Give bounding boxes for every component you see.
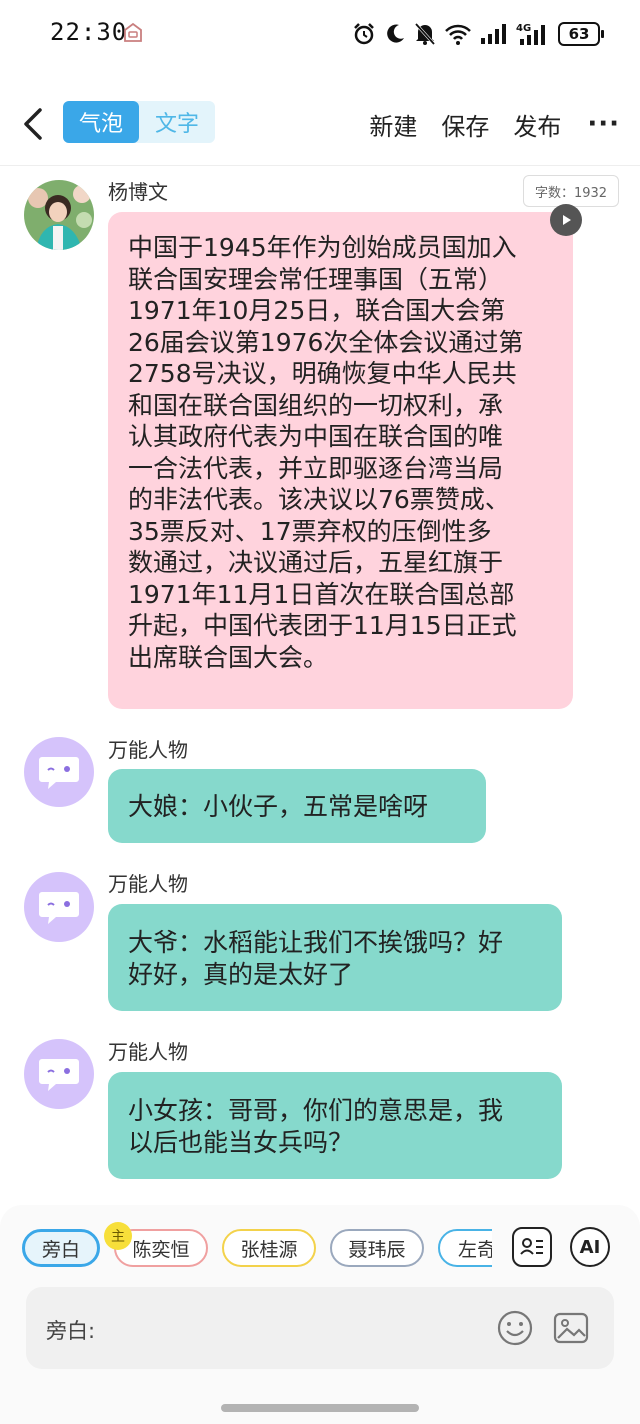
play-button[interactable]: [550, 204, 582, 236]
message-line: 认其政府代表为中国在联合国的唯: [128, 422, 504, 451]
message-line: 出席联合国大会。: [128, 642, 329, 672]
chip-character[interactable]: 张桂源: [222, 1229, 316, 1267]
message-line: 一合法代表，并立即驱逐台湾当局: [128, 453, 504, 483]
message-bubble[interactable]: 小女孩：哥哥，你们的意思是，我 以后也能当女兵吗？: [108, 1072, 562, 1179]
chip-character[interactable]: 聂玮辰: [330, 1229, 424, 1267]
publish-button[interactable]: 发布: [513, 107, 561, 142]
wifi-icon: [445, 24, 471, 45]
message-line: 好好，真的是太好了: [128, 959, 354, 989]
message-bubble[interactable]: 中国于1945年作为创始成员国加入 联合国安理会常任理事国（五常） 1971年1…: [108, 212, 573, 709]
message-line: 数通过，决议通过后，五星红旗于: [128, 548, 504, 577]
bell-off-icon: [414, 22, 436, 46]
new-button[interactable]: 新建: [369, 107, 417, 142]
ai-button[interactable]: AI: [570, 1227, 610, 1267]
tab-text[interactable]: 文字: [139, 101, 215, 143]
message-bubble[interactable]: 大爷：水稻能让我们不挨饿吗？好 好好，真的是太好了: [108, 904, 562, 1011]
divider: [0, 165, 640, 166]
status-icons: 4G 63: [352, 20, 604, 48]
sender-name: 万能人物: [108, 738, 188, 762]
app-notification-icon: [124, 22, 142, 42]
message-line: 1971年11月1日首次在联合国总部: [128, 579, 515, 609]
avatar[interactable]: [24, 872, 94, 942]
message-line: 的非法代表。该决议以76票赞成、: [128, 485, 510, 514]
image-icon[interactable]: [552, 1309, 590, 1347]
message-line: 中国于1945年作为创始成员国加入: [128, 233, 517, 262]
more-icon[interactable]: ···: [587, 109, 620, 139]
user-photo-icon: [24, 180, 94, 250]
message-line: 26届会议第1976次全体会议通过第: [128, 327, 524, 357]
message-line: 大爷：水稻能让我们不挨饿吗？好: [128, 928, 504, 957]
smile-icon[interactable]: [496, 1309, 534, 1347]
chat-robot-icon: [39, 757, 79, 789]
battery-indicator: 63: [558, 22, 604, 46]
tab-bubble[interactable]: 气泡: [63, 101, 139, 143]
play-icon: [563, 215, 571, 225]
message-line: 2758号决议，明确恢复中华人民共: [128, 359, 517, 388]
chat-robot-icon: [39, 1059, 79, 1091]
save-button[interactable]: 保存: [441, 107, 489, 142]
avatar[interactable]: [24, 1039, 94, 1109]
network-type-label: 4G: [516, 23, 531, 34]
signal-icon: [481, 24, 506, 44]
mode-toggle: 气泡 文字: [63, 101, 215, 143]
contact-card-icon: [520, 1238, 543, 1255]
message-line: 1971年10月25日，联合国大会第: [128, 296, 506, 325]
avatar[interactable]: [24, 737, 94, 807]
sender-name: 杨博文: [108, 180, 168, 204]
alarm-icon: [354, 23, 374, 45]
home-indicator[interactable]: [221, 1404, 419, 1412]
input-box: 旁白:: [26, 1287, 614, 1369]
message-line: 大娘：小伙子，五常是啥呀: [128, 792, 429, 821]
avatar[interactable]: [24, 180, 94, 250]
back-button[interactable]: [18, 104, 48, 144]
message-line: 小女孩：哥哥，你们的意思是，我: [128, 1096, 504, 1125]
main-character-badge: 主: [104, 1222, 132, 1250]
word-count-badge: 字数：1932: [523, 175, 619, 207]
character-manage-button[interactable]: [512, 1227, 552, 1267]
message-bubble[interactable]: 大娘：小伙子，五常是啥呀: [108, 769, 486, 843]
message-input[interactable]: [106, 1311, 406, 1345]
signal-4g-icon: 4G: [516, 23, 545, 45]
moon-icon: [387, 24, 404, 43]
status-bar: 22:30 4G 63: [0, 0, 640, 66]
chip-character[interactable]: 左奇: [438, 1229, 492, 1267]
message-line: 以后也能当女兵吗？: [128, 1127, 354, 1157]
sender-name: 万能人物: [108, 1040, 188, 1064]
input-label: 旁白:: [46, 1319, 96, 1343]
character-chip-row: 旁白 陈奕恒 张桂源 聂玮辰 左奇: [22, 1229, 492, 1269]
status-time: 22:30: [50, 18, 128, 46]
message-line: 升起，中国代表团于11月15日正式: [128, 611, 517, 640]
message-line: 35票反对、17票弃权的压倒性多: [128, 516, 492, 546]
top-actions: 新建 保存 发布 ···: [345, 104, 620, 144]
message-line: 联合国安理会常任理事国（五常）: [128, 264, 504, 294]
chip-narration[interactable]: 旁白: [22, 1229, 100, 1267]
sender-name: 万能人物: [108, 872, 188, 896]
message-line: 和国在联合国组织的一切权利，承: [128, 390, 504, 420]
chat-robot-icon: [39, 892, 79, 924]
